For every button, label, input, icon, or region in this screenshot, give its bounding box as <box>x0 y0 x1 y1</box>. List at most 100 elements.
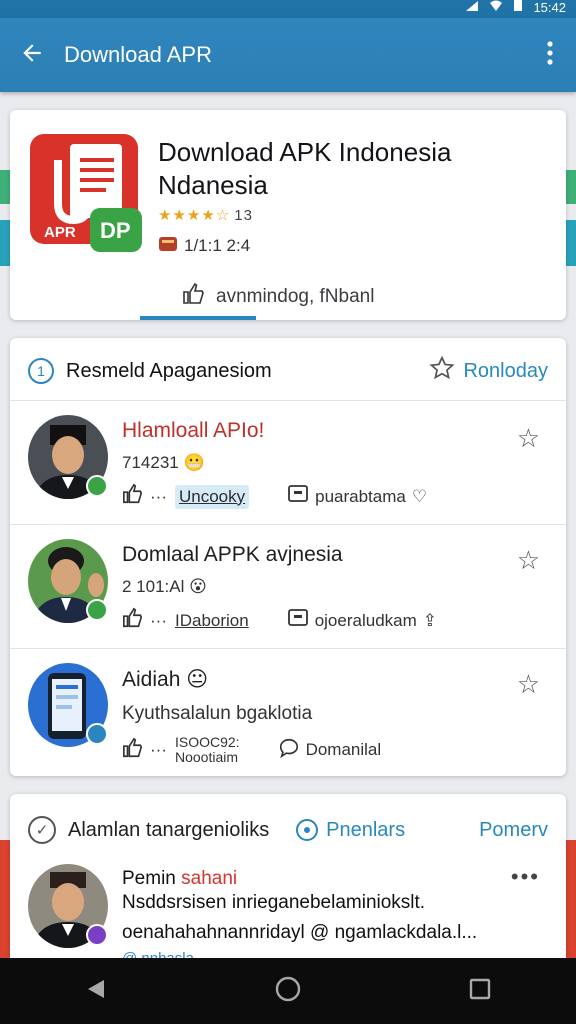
author-name[interactable]: sahani <box>181 868 237 889</box>
list-action-button[interactable]: Ronloday <box>429 355 548 387</box>
emoji-icon: 😬 <box>183 453 205 472</box>
thumbs-up-icon <box>122 483 144 510</box>
app-icon-label-right: DP <box>100 218 131 243</box>
tag-text[interactable]: ISOOC92: Noootiaim <box>175 735 240 765</box>
app-size: 1/1:1 2:4 <box>184 235 251 255</box>
square-icon <box>287 484 309 509</box>
avatar <box>28 864 108 948</box>
emoji-icon: 😮 <box>189 577 207 596</box>
nav-back-button[interactable] <box>66 961 126 1021</box>
list-item[interactable]: Domlaal APPK avjnesia 2 101:Al 😮 ☆ ··· I… <box>10 524 566 648</box>
list-header: 1 Resmeld Apaganesiom Ronloday <box>10 338 566 404</box>
number-badge-icon: 1 <box>28 358 54 384</box>
list-item[interactable]: Aidiah 😐 Kyuthsalalun bgaklotia ☆ ··· IS… <box>10 648 566 772</box>
system-nav-bar <box>0 958 576 1024</box>
share-label: puarabtama <box>315 486 406 506</box>
battery-icon <box>513 0 523 15</box>
emoji-icon: 😐 <box>186 668 209 691</box>
square-recents-icon <box>468 977 492 1006</box>
arrow-left-icon <box>19 40 45 71</box>
post-text-line: Nsddsrsisen inrieganebelaminiokslt. <box>122 892 426 913</box>
check-circle-icon: ✓ <box>28 816 56 844</box>
thumbs-up-icon <box>182 282 206 312</box>
circle-home-icon <box>274 975 302 1008</box>
app-header-card: APR DP Download APK Indonesia Ndanesia ★… <box>10 110 566 320</box>
star-outline-icon <box>429 355 456 387</box>
verified-badge-icon <box>86 723 108 745</box>
verified-badge-icon <box>86 599 108 621</box>
tag-chip[interactable]: Uncooky <box>174 484 250 509</box>
item-title: Domlaal APPK avjnesia <box>122 543 343 566</box>
comment-button[interactable]: Domanilal <box>278 737 382 764</box>
post-card: ✓ Alamlan tanargenioliks Pnenlars Pomerv… <box>10 794 566 974</box>
item-subtitle-text: 714231 <box>122 453 179 472</box>
item-actions: ··· IDaborion ojoeraludkam ⇪ <box>122 607 437 634</box>
like-button[interactable]: ··· <box>122 607 167 634</box>
filter-button[interactable]: Pnenlars <box>296 819 405 842</box>
verified-badge-icon <box>86 924 108 946</box>
like-button[interactable]: ··· <box>122 483 167 510</box>
author-prefix: Pemin <box>122 868 176 889</box>
item-actions: ··· Uncooky puarabtama ♡ <box>122 483 427 510</box>
app-size-row: 1/1:1 2:4 <box>158 234 250 257</box>
download-label: avnmindog, fNbanl <box>216 286 375 307</box>
download-action[interactable]: avnmindog, fNbanl <box>182 282 374 312</box>
more-dots-icon: ··· <box>150 610 167 630</box>
list-item[interactable]: Hlamloall APIo! 714231 😬 ☆ ··· Uncooky p… <box>10 400 566 524</box>
favorite-star-icon[interactable]: ☆ <box>517 669 540 700</box>
nav-recents-button[interactable] <box>450 961 510 1021</box>
item-subtitle: 2 101:Al 😮 <box>122 577 207 597</box>
back-button[interactable] <box>0 40 64 71</box>
signal-icon <box>465 0 479 15</box>
avatar <box>28 539 108 623</box>
post-header: ✓ Alamlan tanargenioliks Pnenlars Pomerv <box>28 808 548 852</box>
post-section-title: Alamlan tanargenioliks <box>68 818 270 841</box>
rating-stars: ★★★★☆ <box>158 207 231 224</box>
avatar <box>28 663 108 747</box>
status-bar: 15:42 <box>0 0 576 18</box>
square-icon <box>287 608 309 633</box>
list-title: Resmeld Apaganesiom <box>66 359 272 382</box>
more-link[interactable]: Pomerv <box>479 819 548 842</box>
more-menu-button[interactable] <box>524 40 576 71</box>
comment-icon <box>278 737 300 764</box>
thumbs-up-icon <box>122 607 144 634</box>
avatar <box>28 415 108 499</box>
wifi-icon <box>489 0 503 15</box>
app-icon-label-left: APR <box>44 224 76 241</box>
triangle-back-icon <box>84 977 108 1006</box>
favorite-star-icon[interactable]: ☆ <box>517 545 540 576</box>
download-underline <box>140 316 256 320</box>
post-text-line: oenahahahnannridayl @ ngamlackdala.l... <box>122 922 478 943</box>
nav-home-button[interactable] <box>258 961 318 1021</box>
item-actions: ··· ISOOC92: Noootiaim Domanilal <box>122 735 381 765</box>
comment-label: Domanilal <box>305 740 382 759</box>
more-vert-icon <box>546 40 554 71</box>
share-button[interactable]: ojoeraludkam ⇪ <box>287 608 437 633</box>
app-rating: ★★★★☆ 13 <box>158 206 253 224</box>
app-icon: APR DP <box>30 134 142 252</box>
tag-link[interactable]: IDaborion <box>175 611 249 631</box>
app-list-card: 1 Resmeld Apaganesiom Ronloday Hlamloall… <box>10 338 566 776</box>
app-bar-title: Download APR <box>64 42 212 67</box>
item-subtitle: Kyuthsalalun bgaklotia <box>122 703 313 724</box>
favorite-star-icon[interactable]: ☆ <box>517 423 540 454</box>
more-horiz-icon[interactable]: ••• <box>511 864 540 890</box>
share-icon: ⇪ <box>422 610 438 630</box>
item-subtitle: 714231 😬 <box>122 453 205 473</box>
item-title-text: Aidiah <box>122 668 181 691</box>
radio-dot-icon <box>296 819 319 841</box>
verified-badge-icon <box>86 475 108 497</box>
app-title-line2: Ndanesia <box>158 170 268 200</box>
item-title: Aidiah 😐 <box>122 667 208 692</box>
share-button[interactable]: puarabtama ♡ <box>287 484 427 509</box>
package-icon <box>158 234 178 257</box>
post-author: Pemin sahani <box>122 868 237 890</box>
filter-label: Pnenlars <box>326 818 406 841</box>
more-dots-icon: ··· <box>150 486 167 506</box>
thumbs-up-icon <box>122 737 144 764</box>
list-action-label: Ronloday <box>463 359 548 382</box>
app-title-line1: Download APK Indonesia <box>158 137 452 167</box>
item-title: Hlamloall APIo! <box>122 419 265 442</box>
like-button[interactable]: ··· <box>122 737 167 764</box>
